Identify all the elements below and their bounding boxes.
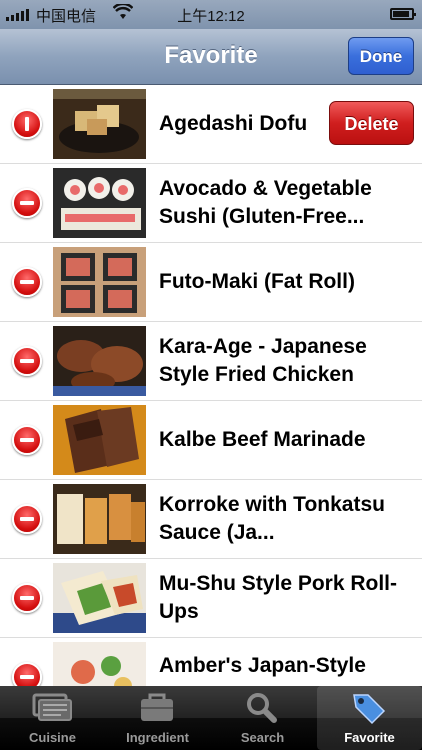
recipe-thumbnail bbox=[53, 405, 146, 475]
delete-toggle-icon[interactable] bbox=[12, 188, 42, 218]
recipe-thumbnail bbox=[53, 642, 146, 686]
recipe-thumbnail bbox=[53, 89, 146, 159]
delete-toggle-icon[interactable] bbox=[12, 109, 42, 139]
list-item[interactable]: Amber's Japan-Style bbox=[0, 638, 422, 686]
delete-toggle-icon[interactable] bbox=[12, 346, 42, 376]
tab-label: Search bbox=[240, 730, 285, 745]
favorites-list: Agedashi Dofu Delete Avocado & Vegetable… bbox=[0, 85, 422, 686]
tab-label: Ingredient bbox=[126, 730, 189, 745]
list-item[interactable]: Agedashi Dofu Delete bbox=[0, 85, 422, 164]
tag-icon bbox=[353, 694, 386, 725]
tab-search[interactable]: Search bbox=[210, 686, 315, 750]
list-item[interactable]: Futo-Maki (Fat Roll) bbox=[0, 243, 422, 322]
delete-toggle-icon[interactable] bbox=[12, 583, 42, 613]
recipe-name: Agedashi Dofu bbox=[159, 112, 308, 135]
list-item[interactable]: Kara-Age - Japanese Style Fried Chicken bbox=[0, 322, 422, 401]
tab-favorite[interactable]: Favorite bbox=[317, 686, 422, 750]
recipe-name: Korroke with Tonkatsu Sauce (Ja... bbox=[159, 493, 385, 544]
search-icon bbox=[247, 693, 277, 723]
battery-icon bbox=[390, 8, 416, 20]
tab-ingredient[interactable]: Ingredient bbox=[105, 686, 210, 750]
delete-button[interactable]: Delete bbox=[329, 101, 414, 145]
delete-toggle-icon[interactable] bbox=[12, 662, 42, 686]
bag-icon bbox=[141, 693, 173, 721]
recipe-name: Mu-Shu Style Pork Roll-Ups bbox=[159, 572, 398, 623]
recipe-thumbnail bbox=[53, 484, 146, 554]
navigation-bar: Favorite Done bbox=[0, 29, 422, 85]
list-item[interactable]: Avocado & Vegetable Sushi (Gluten-Free..… bbox=[0, 164, 422, 243]
recipe-name: Kalbe Beef Marinade bbox=[159, 428, 366, 451]
recipe-thumbnail bbox=[53, 563, 146, 633]
tab-label: Favorite bbox=[344, 730, 395, 745]
recipe-thumbnail bbox=[53, 168, 146, 238]
tab-label: Cuisine bbox=[29, 730, 76, 745]
status-bar: 中国电信 上午12:12 bbox=[0, 0, 422, 29]
recipe-thumbnail bbox=[53, 247, 146, 317]
list-item[interactable]: Kalbe Beef Marinade bbox=[0, 401, 422, 480]
delete-toggle-icon[interactable] bbox=[12, 504, 42, 534]
recipe-thumbnail bbox=[53, 326, 146, 396]
recipe-name: Futo-Maki (Fat Roll) bbox=[159, 270, 355, 293]
tab-cuisine[interactable]: Cuisine bbox=[0, 686, 105, 750]
list-item[interactable]: Mu-Shu Style Pork Roll-Ups bbox=[0, 559, 422, 638]
tab-bar: Cuisine Ingredient Search Favorite bbox=[0, 686, 422, 750]
recipe-name: Amber's Japan-Style bbox=[159, 654, 366, 677]
delete-toggle-icon[interactable] bbox=[12, 425, 42, 455]
recipe-name: Avocado & Vegetable Sushi (Gluten-Free..… bbox=[159, 177, 372, 228]
done-button[interactable]: Done bbox=[348, 37, 414, 75]
delete-toggle-icon[interactable] bbox=[12, 267, 42, 297]
cuisine-icon bbox=[32, 693, 72, 721]
status-time: 上午12:12 bbox=[177, 8, 245, 25]
recipe-name: Kara-Age - Japanese Style Fried Chicken bbox=[159, 335, 367, 386]
list-item[interactable]: Korroke with Tonkatsu Sauce (Ja... bbox=[0, 480, 422, 559]
